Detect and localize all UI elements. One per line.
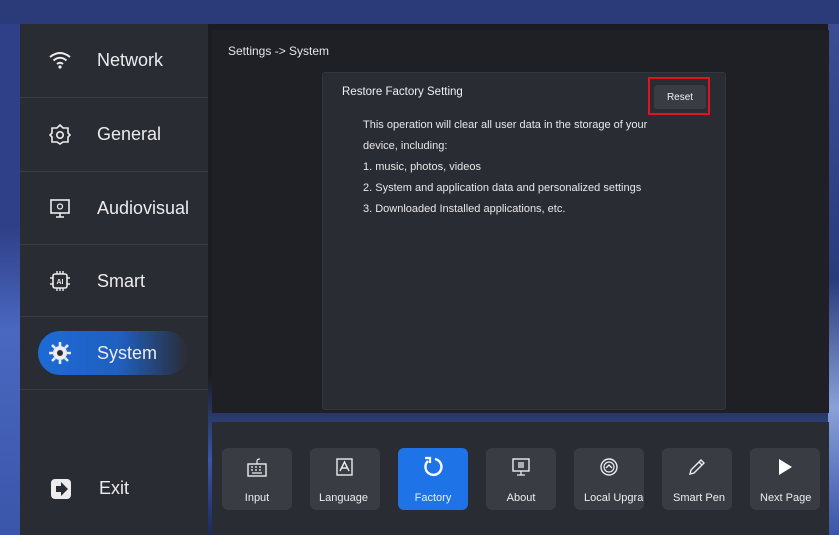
- sidebar-item-smart[interactable]: AI Smart: [20, 245, 208, 317]
- card-title: Restore Factory Setting: [342, 86, 463, 98]
- restore-factory-card: Restore Factory Setting Reset This opera…: [322, 72, 726, 410]
- wallpaper-right: [828, 24, 839, 535]
- divider: [20, 389, 208, 390]
- wifi-icon: [48, 48, 72, 72]
- sidebar-item-label: Network: [97, 49, 164, 70]
- exit-button[interactable]: Exit: [20, 464, 208, 514]
- tile-label: Input: [244, 492, 270, 504]
- sidebar-item-system[interactable]: System: [20, 317, 208, 389]
- system-gear-icon: [48, 341, 72, 365]
- description-line: device, including:: [363, 140, 448, 152]
- tile-label: Smart Pen: [673, 492, 725, 504]
- wallpaper-left: [0, 24, 20, 535]
- ai-chip-icon: AI: [48, 269, 72, 293]
- description-line: 1. music, photos, videos: [363, 161, 482, 173]
- pen-icon: [662, 456, 732, 478]
- tile-label: Language: [319, 492, 368, 504]
- tile-next-page[interactable]: Next Page: [750, 448, 820, 510]
- info-screen-icon: [486, 456, 556, 478]
- exit-icon: [50, 478, 74, 500]
- description-line: 2. System and application data and perso…: [363, 182, 642, 194]
- svg-text:AI: AI: [57, 279, 64, 286]
- description-line: 3. Downloaded Installed applications, et…: [363, 203, 566, 215]
- tile-input[interactable]: Input: [222, 448, 292, 510]
- tile-label: Factory: [414, 492, 452, 504]
- sidebar-item-general[interactable]: General: [20, 98, 208, 170]
- gear-outline-icon: [48, 122, 72, 146]
- reset-button[interactable]: Reset: [654, 85, 706, 109]
- tile-factory[interactable]: Factory: [398, 448, 468, 510]
- breadcrumb: Settings -> System: [228, 44, 330, 58]
- tile-label: About: [506, 492, 536, 504]
- tile-local-upgrade[interactable]: Local Upgrade: [574, 448, 644, 510]
- sidebar-item-audiovisual[interactable]: Audiovisual: [20, 172, 208, 244]
- play-next-icon: [750, 456, 820, 478]
- upgrade-icon: [574, 456, 644, 478]
- tile-label: Next Page: [760, 492, 812, 504]
- sidebar-item-label: Smart: [97, 270, 146, 291]
- keyboard-icon: [222, 456, 292, 478]
- exit-label: Exit: [99, 478, 130, 498]
- description-line: This operation will clear all user data …: [363, 119, 648, 131]
- tile-smart-pen[interactable]: Smart Pen: [662, 448, 732, 510]
- main-panel: Settings -> System Restore Factory Setti…: [212, 30, 829, 413]
- tile-label: Local Upgrade: [584, 492, 644, 504]
- bottom-toolbar: Input Language Factory About Local Upgra…: [212, 422, 829, 535]
- language-icon: [310, 456, 380, 478]
- restore-icon: [398, 456, 468, 478]
- settings-sidebar: Network General Audiovisual AI Smart Sys…: [20, 24, 208, 535]
- wallpaper-top: [0, 0, 839, 24]
- tile-about[interactable]: About: [486, 448, 556, 510]
- sidebar-item-label: General: [97, 123, 162, 144]
- sidebar-item-network[interactable]: Network: [20, 24, 208, 96]
- sidebar-item-label: System: [97, 342, 158, 363]
- sidebar-item-label: Audiovisual: [97, 197, 190, 218]
- tile-language[interactable]: Language: [310, 448, 380, 510]
- monitor-icon: [48, 196, 72, 220]
